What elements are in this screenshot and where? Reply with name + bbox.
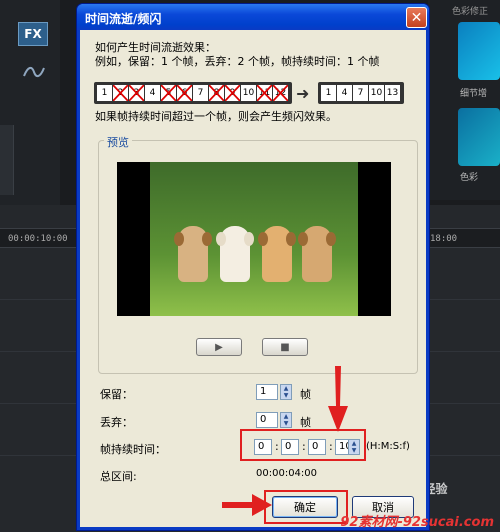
play-button[interactable]: ▶ (196, 338, 242, 356)
before-filmstrip: 1 2 3 4 5 6 7 8 9 10 11 12 (94, 82, 292, 104)
close-icon: ✕ (410, 9, 423, 26)
library-thumbnail-caption: 细节增 (460, 89, 488, 99)
dialog-title: 时间流逝/频闪 (85, 12, 162, 26)
transition-icon[interactable] (22, 62, 46, 82)
watermark: 92素材网-92sucai.com (340, 515, 494, 530)
drop-unit: 帧 (300, 416, 311, 429)
library-thumbnail-caption: 色彩 (460, 173, 479, 183)
keep-stepper[interactable]: ▲ ▼ (280, 384, 292, 400)
drop-stepper[interactable]: ▲ ▼ (280, 412, 292, 428)
total-label: 总区间: (100, 470, 137, 483)
duration-minutes-field[interactable]: 0 (281, 439, 299, 455)
side-strip (0, 125, 14, 195)
preview-image (150, 162, 358, 316)
puppy-image (258, 226, 296, 282)
strobe-note: 如果帧持续时间超过一个帧，则会产生频闪效果。 (95, 110, 337, 123)
duration-format: (H:M:S:f) (366, 441, 410, 452)
film-frame: 10 (369, 85, 384, 101)
film-frame: 3 (129, 85, 144, 101)
duration-stepper[interactable]: ▲ ▼ (348, 439, 360, 455)
red-arrow-down-icon (328, 366, 348, 432)
video-editor-screen: FX 色彩修正 细节增 色彩 00:00:10:00 18:00 Bai 经验 … (0, 0, 500, 532)
time-separator: : (275, 440, 279, 453)
time-separator: : (302, 440, 306, 453)
duration-label: 帧持续时间： (100, 443, 166, 456)
stop-button[interactable]: ■ (262, 338, 308, 356)
time-lapse-dialog: 时间流逝/频闪 ✕ 如何产生时间流逝效果： 例如，保留：1 个帧，丢弃：2 个帧… (77, 4, 429, 530)
drop-label: 丢弃： (100, 416, 133, 429)
total-value: 00:00:04:00 (256, 468, 318, 479)
keep-unit: 帧 (300, 388, 311, 401)
description-line: 如何产生时间流逝效果： (95, 41, 216, 54)
ok-button[interactable]: 确定 (272, 496, 338, 518)
after-filmstrip: 1 4 7 10 13 (318, 82, 404, 104)
puppy-image (216, 226, 254, 282)
drop-input[interactable]: 0 (256, 412, 278, 428)
fx-button[interactable]: FX (18, 22, 48, 46)
right-arrow-icon: ➜ (296, 84, 310, 103)
film-frame: 4 (337, 85, 352, 101)
film-frame: 8 (209, 85, 224, 101)
play-icon: ▶ (215, 341, 223, 353)
preview-label: 预览 (104, 134, 132, 150)
red-arrow-right-icon (222, 494, 272, 516)
description-line: 例如，保留：1 个帧，丢弃：2 个帧，帧持续时间：1 个帧 (95, 55, 380, 68)
dialog-titlebar[interactable]: 时间流逝/频闪 ✕ (77, 4, 429, 30)
library-thumbnail[interactable] (458, 108, 500, 166)
film-frame: 7 (193, 85, 208, 101)
duration-seconds-field[interactable]: 0 (308, 439, 326, 455)
keep-label: 保留： (100, 388, 133, 401)
film-frame: 11 (257, 85, 272, 101)
film-frame: 9 (225, 85, 240, 101)
film-frame: 2 (113, 85, 128, 101)
film-frame: 6 (177, 85, 192, 101)
preview-video (117, 162, 391, 316)
film-frame: 7 (353, 85, 368, 101)
time-separator: : (329, 440, 333, 453)
keep-input[interactable]: 1 (256, 384, 278, 400)
film-frame: 1 (97, 85, 112, 101)
duration-hours-field[interactable]: 0 (254, 439, 272, 455)
puppy-image (298, 226, 336, 282)
film-frame: 13 (385, 85, 400, 101)
film-frame: 5 (161, 85, 176, 101)
ruler-time-right: 18:00 (430, 234, 458, 244)
film-frame: 1 (321, 85, 336, 101)
puppy-image (174, 226, 212, 282)
library-category-label: 色彩修正 (452, 7, 489, 17)
stop-icon: ■ (280, 341, 290, 353)
close-button[interactable]: ✕ (406, 7, 427, 28)
film-frame: 4 (145, 85, 160, 101)
ruler-time-left: 00:00:10:00 (8, 234, 68, 244)
library-thumbnail[interactable] (458, 22, 500, 80)
film-frame: 10 (241, 85, 256, 101)
film-frame: 12 (273, 85, 288, 101)
